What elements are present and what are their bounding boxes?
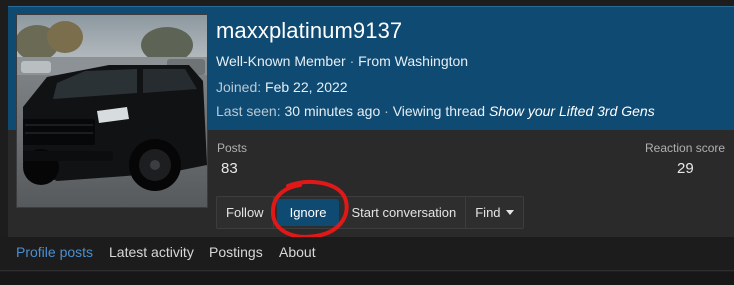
- member-actions: Follow Ignore Start conversation Find: [216, 196, 524, 229]
- activity-thread-link[interactable]: Show your Lifted 3rd Gens: [489, 103, 655, 119]
- ignore-button[interactable]: Ignore: [276, 199, 340, 226]
- joined-label: Joined:: [216, 79, 262, 95]
- suv-photo-avatar: [17, 15, 207, 207]
- last-seen-line: Last seen: 30 minutes ago · Viewing thre…: [216, 103, 655, 119]
- page-bottom: [0, 272, 734, 285]
- separator: ·: [349, 53, 355, 69]
- posts-count[interactable]: 83: [221, 160, 238, 177]
- posts-label: Posts: [217, 141, 248, 155]
- follow-button[interactable]: Follow: [217, 197, 274, 228]
- username: maxxplatinum9137: [216, 18, 403, 43]
- reaction-score-value[interactable]: 29: [677, 160, 694, 177]
- profile-tabs: Profile posts Latest activity Postings A…: [0, 237, 734, 271]
- caret-down-icon: [505, 210, 514, 216]
- joined-date: Feb 22, 2022: [265, 79, 348, 95]
- user-title: Well-Known Member: [216, 53, 346, 69]
- activity-text: Viewing thread: [392, 103, 486, 119]
- joined-line: Joined: Feb 22, 2022: [216, 79, 348, 95]
- profile-page: maxxplatinum9137 Well-Known Member · Fro…: [0, 0, 734, 285]
- separator: ·: [384, 103, 389, 119]
- last-seen-time: 30 minutes ago: [284, 103, 381, 119]
- start-conversation-button[interactable]: Start conversation: [342, 197, 467, 228]
- last-seen-label: Last seen:: [216, 103, 281, 119]
- user-location: From Washington: [358, 53, 469, 69]
- avatar[interactable]: [16, 14, 208, 208]
- reaction-score-label: Reaction score: [645, 141, 726, 155]
- find-label: Find: [475, 205, 501, 220]
- find-menu-button[interactable]: Find: [466, 197, 522, 228]
- user-title-line: Well-Known Member · From Washington: [216, 53, 468, 69]
- tab-latest-activity[interactable]: Latest activity: [109, 244, 194, 260]
- tab-profile-posts[interactable]: Profile posts: [16, 244, 93, 260]
- tab-postings[interactable]: Postings: [209, 244, 263, 260]
- tab-about[interactable]: About: [279, 244, 316, 260]
